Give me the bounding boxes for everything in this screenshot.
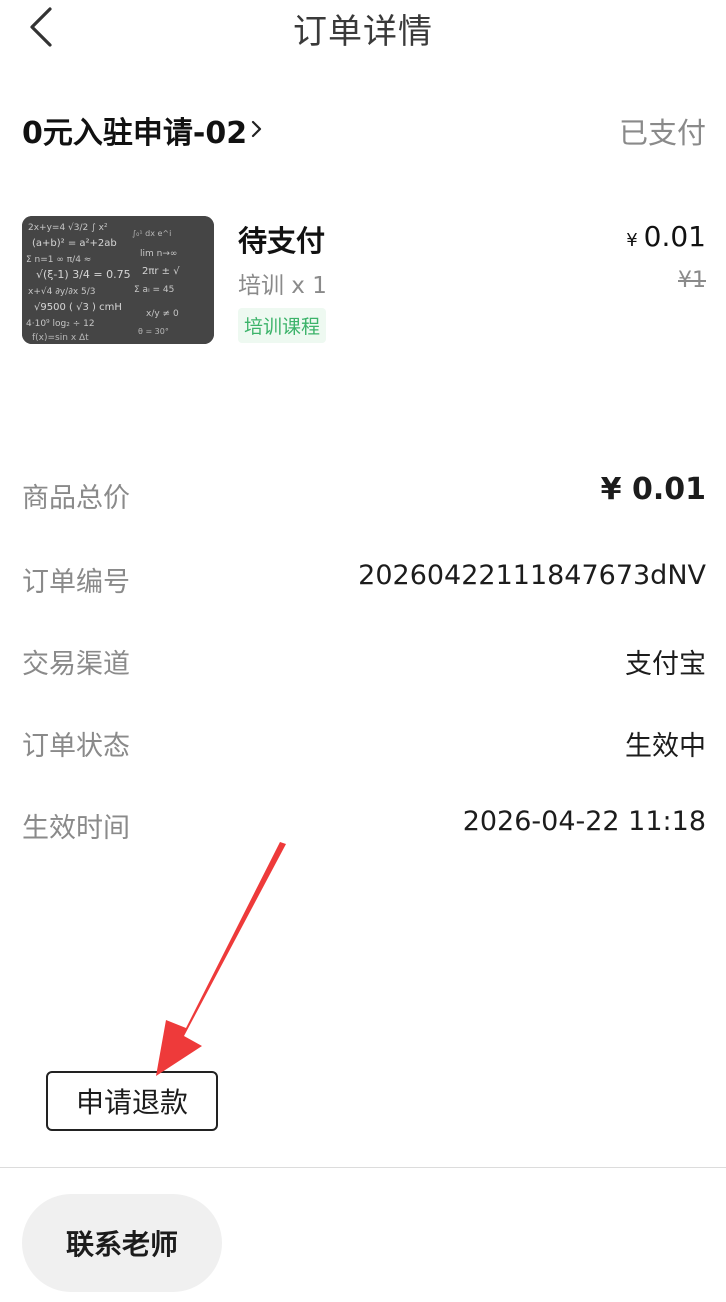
svg-text:x+√4 ∂y/∂x 5/3: x+√4 ∂y/∂x 5/3	[28, 286, 96, 297]
status-label: 订单状态	[22, 731, 130, 762]
refund-button[interactable]: 申请退款	[46, 1071, 218, 1131]
detail-row-channel: 交易渠道 支付宝	[22, 638, 706, 682]
product-original-price: ¥1	[678, 268, 706, 293]
payment-status: 已支付	[618, 116, 706, 150]
svg-text:Σ n=1 ∞ π/4 ≈: Σ n=1 ∞ π/4 ≈	[26, 255, 91, 265]
svg-text:4·10⁹ log₂ ÷ 12: 4·10⁹ log₂ ÷ 12	[26, 319, 95, 329]
nav-header: 订单详情	[0, 0, 726, 58]
total-label: 商品总价	[22, 483, 130, 514]
svg-text:f(x)=sin x Δt: f(x)=sin x Δt	[32, 333, 89, 343]
svg-text:2x+y=4 √3/2 ∫ x²: 2x+y=4 √3/2 ∫ x²	[28, 222, 108, 233]
page-title: 订单详情	[293, 12, 433, 52]
product-card[interactable]: 2x+y=4 √3/2 ∫ x² (a+b)² = a²+2ab Σ n=1 ∞…	[22, 214, 706, 354]
product-price: ¥0.01	[626, 220, 706, 253]
effective-time-label: 生效时间	[22, 813, 130, 844]
order-name-link[interactable]: 0元入驻申请-02	[22, 108, 263, 152]
svg-text:∫₀¹ dx e^i: ∫₀¹ dx e^i	[132, 229, 171, 238]
product-quantity: 培训 x 1	[238, 273, 327, 299]
product-thumbnail: 2x+y=4 √3/2 ∫ x² (a+b)² = a²+2ab Σ n=1 ∞…	[22, 216, 214, 344]
order-number-value: 20260422111847673dNV	[358, 560, 706, 591]
svg-text:θ = 30°: θ = 30°	[138, 327, 169, 336]
order-header: 0元入驻申请-02 已支付	[22, 104, 706, 154]
svg-text:lim n→∞: lim n→∞	[140, 249, 177, 259]
detail-row-effective-time: 生效时间 2026-04-22 11:18	[22, 802, 706, 846]
annotation-arrow-icon	[156, 842, 286, 1076]
effective-time-value: 2026-04-22 11:18	[462, 806, 706, 837]
currency-symbol: ¥	[626, 230, 638, 251]
detail-row-total: 商品总价 ¥ 0.01	[22, 472, 706, 516]
svg-text:2πr ± √: 2πr ± √	[142, 266, 180, 277]
channel-label: 交易渠道	[22, 649, 130, 680]
detail-row-order-number: 订单编号 20260422111847673dNV	[22, 556, 706, 600]
product-tag: 培训课程	[238, 308, 327, 343]
order-name: 0元入驻申请-02	[22, 116, 248, 151]
channel-value: 支付宝	[625, 649, 706, 680]
footer-divider	[0, 1167, 726, 1168]
product-price-value: 0.01	[643, 220, 706, 253]
product-title: 待支付	[238, 224, 326, 258]
svg-text:√(ξ-1) 3/4 = 0.75: √(ξ-1) 3/4 = 0.75	[36, 268, 131, 281]
svg-text:x/y ≠ 0: x/y ≠ 0	[146, 309, 179, 319]
contact-teacher-button[interactable]: 联系老师	[22, 1194, 222, 1292]
detail-row-status: 订单状态 生效中	[22, 720, 706, 764]
status-value: 生效中	[625, 731, 706, 762]
svg-text:Σ aᵢ = 45: Σ aᵢ = 45	[134, 285, 174, 295]
total-value: ¥ 0.01	[600, 472, 706, 507]
order-number-label: 订单编号	[22, 567, 130, 598]
svg-text:√9500 ( √3 ) cmH: √9500 ( √3 ) cmH	[34, 302, 122, 313]
chevron-right-icon	[251, 113, 263, 148]
svg-text:(a+b)² = a²+2ab: (a+b)² = a²+2ab	[32, 238, 117, 249]
